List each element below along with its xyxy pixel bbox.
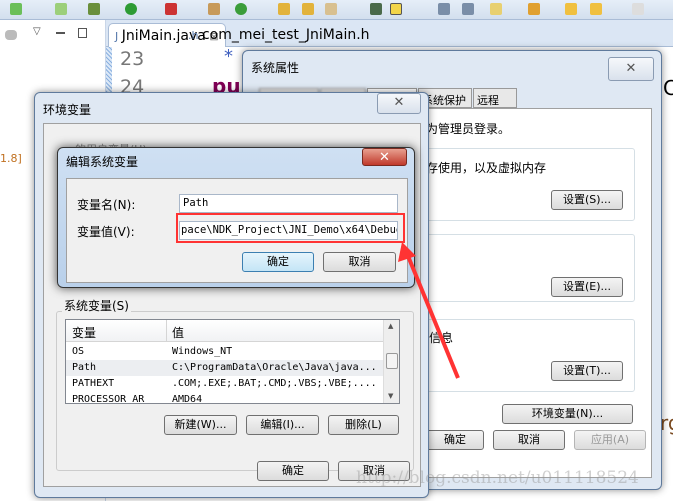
arrow-head-icon	[398, 242, 416, 262]
annotation-arrow	[398, 242, 460, 379]
watermark: http://blog.csdn.net/u011118524	[356, 468, 639, 488]
arrow-shaft	[406, 255, 460, 379]
